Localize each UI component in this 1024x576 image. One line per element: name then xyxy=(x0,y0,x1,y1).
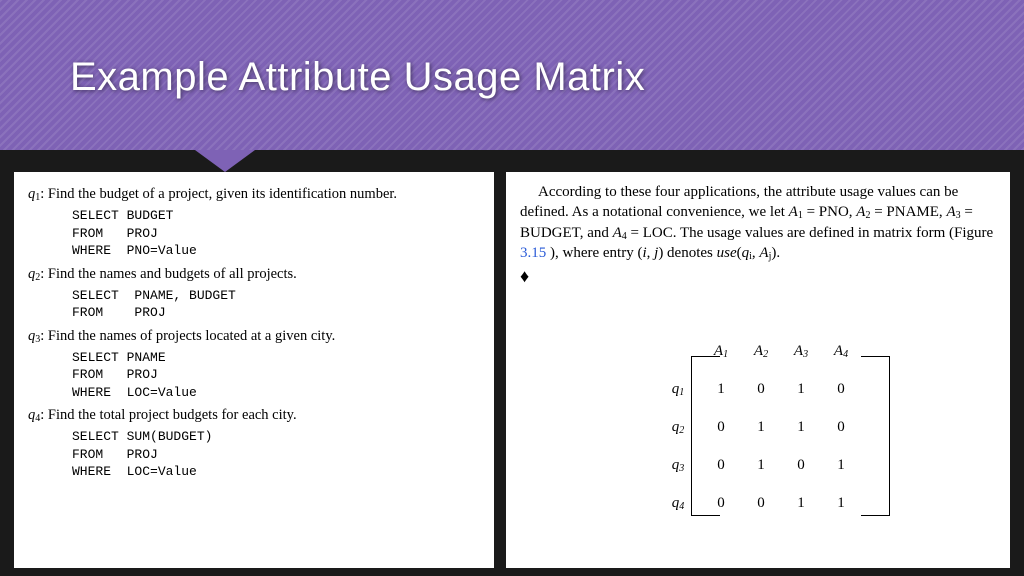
query-2: q2: Find the names and budgets of all pr… xyxy=(28,266,480,283)
matrix-cell: 0 xyxy=(821,408,861,446)
content-area: q1: Find the budget of a project, given … xyxy=(14,172,1010,568)
query-1: q1: Find the budget of a project, given … xyxy=(28,186,480,203)
para-text: ). xyxy=(771,245,780,261)
explanation-paragraph: According to these four applications, th… xyxy=(520,182,996,288)
matrix-cell: 0 xyxy=(741,484,781,522)
para-sym: A xyxy=(613,225,622,241)
para-text: ) denotes xyxy=(658,245,716,261)
query-3: q3: Find the names of projects located a… xyxy=(28,328,480,345)
matrix-bracket-left-icon xyxy=(691,356,720,516)
col-header: A2 xyxy=(741,332,781,370)
matrix-bracket-right-icon xyxy=(861,356,890,516)
figure-reference: 3.15 xyxy=(520,245,546,261)
matrix-cell: 1 xyxy=(781,408,821,446)
query-1-sql: SELECT BUDGET FROM PROJ WHERE PNO=Value xyxy=(72,207,480,260)
para-text: ), where entry ( xyxy=(550,245,642,261)
query-3-sql: SELECT PNAME FROM PROJ WHERE LOC=Value xyxy=(72,349,480,402)
matrix-cell: 0 xyxy=(821,370,861,408)
title-pointer-icon xyxy=(195,150,255,172)
query-4-sql: SELECT SUM(BUDGET) FROM PROJ WHERE LOC=V… xyxy=(72,428,480,481)
para-sym: use xyxy=(717,245,737,261)
matrix-cell: 1 xyxy=(741,408,781,446)
explanation-card: According to these four applications, th… xyxy=(506,172,1010,568)
query-desc: : Find the budget of a project, given it… xyxy=(40,186,397,202)
query-desc: : Find the total project budgets for eac… xyxy=(40,407,296,423)
matrix-cell: 1 xyxy=(781,370,821,408)
query-desc: : Find the names and budgets of all proj… xyxy=(40,266,297,282)
para-text: = LOC. The usage values are defined in m… xyxy=(627,225,993,241)
para-text: = PNAME, xyxy=(870,204,946,220)
matrix-cell: 1 xyxy=(741,446,781,484)
col-header: A4 xyxy=(821,332,861,370)
queries-card: q1: Find the budget of a project, given … xyxy=(14,172,494,568)
slide-title: Example Attribute Usage Matrix xyxy=(70,55,645,100)
col-header: A3 xyxy=(781,332,821,370)
query-desc: : Find the names of projects located at … xyxy=(40,328,335,344)
title-band: Example Attribute Usage Matrix xyxy=(0,0,1024,150)
para-sym: A xyxy=(946,204,955,220)
matrix-cell: 0 xyxy=(741,370,781,408)
query-2-sql: SELECT PNAME, BUDGET FROM PROJ xyxy=(72,287,480,322)
matrix-cell: 1 xyxy=(821,446,861,484)
para-sym: A xyxy=(789,204,798,220)
matrix-cell: 0 xyxy=(781,446,821,484)
para-text: = PNO, xyxy=(803,204,856,220)
query-4: q4: Find the total project budgets for e… xyxy=(28,407,480,424)
end-marker-icon: ♦ xyxy=(520,266,529,286)
slide: Example Attribute Usage Matrix q1: Find … xyxy=(0,0,1024,576)
matrix-cell: 1 xyxy=(821,484,861,522)
para-sym: A xyxy=(759,245,768,261)
matrix-cell: 1 xyxy=(781,484,821,522)
usage-matrix: A1 A2 A3 A4 q1 1 0 1 0 q2 0 xyxy=(661,332,861,522)
